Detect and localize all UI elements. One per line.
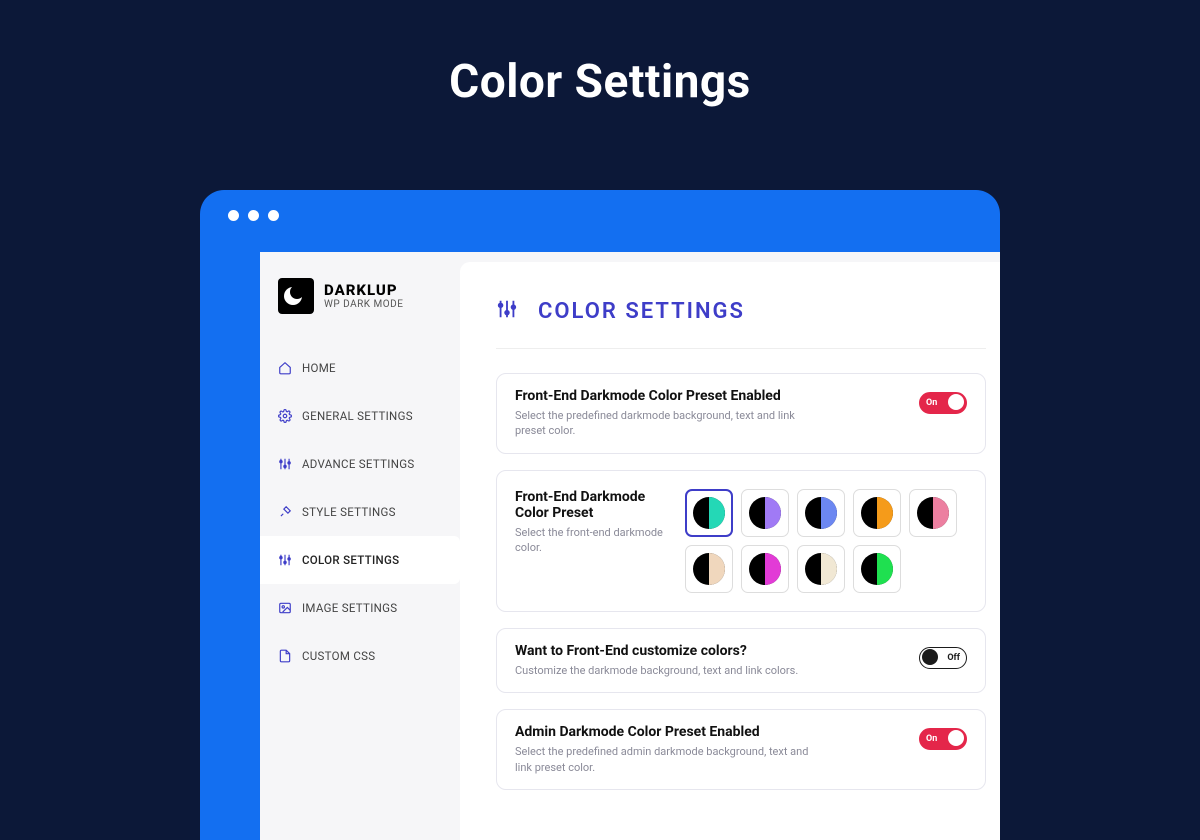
setting-desc: Select the predefined admin darkmode bac… <box>515 744 815 775</box>
setting-desc: Customize the darkmode background, text … <box>515 663 798 678</box>
window-dot-icon <box>268 210 279 221</box>
browser-frame: DARKLUP WP DARK MODE HOME GENERAL SETTIN… <box>200 190 1000 840</box>
nav-label: CUSTOM CSS <box>302 649 375 663</box>
nav-list: HOME GENERAL SETTINGS ADVANCE SETTINGS S… <box>260 344 460 680</box>
setting-title: Front-End Darkmode Color Preset Enabled <box>515 388 815 404</box>
color-swatch[interactable] <box>797 545 845 593</box>
sliders-icon <box>278 457 292 471</box>
nav-item-home[interactable]: HOME <box>260 344 460 392</box>
nav-item-custom-css[interactable]: CUSTOM CSS <box>260 632 460 680</box>
moon-icon <box>278 278 314 314</box>
toggle-knob-icon <box>948 394 964 410</box>
nav-label: COLOR SETTINGS <box>302 553 399 567</box>
setting-preset-enabled: Front-End Darkmode Color Preset Enabled … <box>496 373 986 454</box>
sidebar: DARKLUP WP DARK MODE HOME GENERAL SETTIN… <box>260 252 460 840</box>
home-icon <box>278 361 292 375</box>
toggle-knob-icon <box>922 649 938 665</box>
color-swatch[interactable] <box>685 545 733 593</box>
nav-item-color-settings[interactable]: COLOR SETTINGS <box>260 536 460 584</box>
setting-desc: Select the front-end darkmode color. <box>515 525 665 556</box>
nav-item-general-settings[interactable]: GENERAL SETTINGS <box>260 392 460 440</box>
app-window: DARKLUP WP DARK MODE HOME GENERAL SETTIN… <box>260 252 1000 840</box>
main-panel: COLOR SETTINGS Front-End Darkmode Color … <box>460 262 1000 840</box>
logo-subtitle: WP DARK MODE <box>324 299 403 310</box>
logo: DARKLUP WP DARK MODE <box>260 278 460 314</box>
toggle-label: On <box>920 398 943 408</box>
browser-titlebar <box>200 190 1000 240</box>
nav-item-style-settings[interactable]: STYLE SETTINGS <box>260 488 460 536</box>
color-swatch[interactable] <box>909 489 957 537</box>
toggle-knob-icon <box>948 730 964 746</box>
color-swatch[interactable] <box>797 489 845 537</box>
toggle-label: Off <box>941 653 966 663</box>
nav-item-image-settings[interactable]: IMAGE SETTINGS <box>260 584 460 632</box>
setting-desc: Select the predefined darkmode backgroun… <box>515 408 815 439</box>
setting-title: Want to Front-End customize colors? <box>515 643 798 659</box>
tools-icon <box>278 505 292 519</box>
window-dot-icon <box>248 210 259 221</box>
nav-label: ADVANCE SETTINGS <box>302 457 415 471</box>
nav-item-advance-settings[interactable]: ADVANCE SETTINGS <box>260 440 460 488</box>
toggle-customize-colors[interactable]: Off <box>919 647 967 669</box>
color-swatch[interactable] <box>853 489 901 537</box>
nav-label: GENERAL SETTINGS <box>302 409 413 423</box>
sliders-icon <box>496 298 518 324</box>
toggle-label: On <box>920 734 943 744</box>
nav-label: STYLE SETTINGS <box>302 505 396 519</box>
nav-label: HOME <box>302 361 336 375</box>
panel-title: COLOR SETTINGS <box>538 299 745 324</box>
swatch-grid <box>685 489 957 593</box>
panel-header: COLOR SETTINGS <box>496 298 986 349</box>
toggle-admin-preset[interactable]: On <box>919 728 967 750</box>
color-swatch[interactable] <box>741 545 789 593</box>
toggle-preset-enabled[interactable]: On <box>919 392 967 414</box>
nav-label: IMAGE SETTINGS <box>302 601 397 615</box>
image-icon <box>278 601 292 615</box>
color-swatch[interactable] <box>853 545 901 593</box>
color-swatch[interactable] <box>685 489 733 537</box>
setting-title: Admin Darkmode Color Preset Enabled <box>515 724 815 740</box>
setting-title: Front-End Darkmode Color Preset <box>515 489 665 521</box>
logo-name: DARKLUP <box>324 282 403 299</box>
gear-icon <box>278 409 292 423</box>
window-dot-icon <box>228 210 239 221</box>
sliders-icon <box>278 553 292 567</box>
setting-customize-colors: Want to Front-End customize colors? Cust… <box>496 628 986 693</box>
setting-preset-choice: Front-End Darkmode Color Preset Select t… <box>496 470 986 612</box>
file-icon <box>278 649 292 663</box>
color-swatch[interactable] <box>741 489 789 537</box>
setting-admin-preset: Admin Darkmode Color Preset Enabled Sele… <box>496 709 986 790</box>
page-title: Color Settings <box>0 0 1200 109</box>
